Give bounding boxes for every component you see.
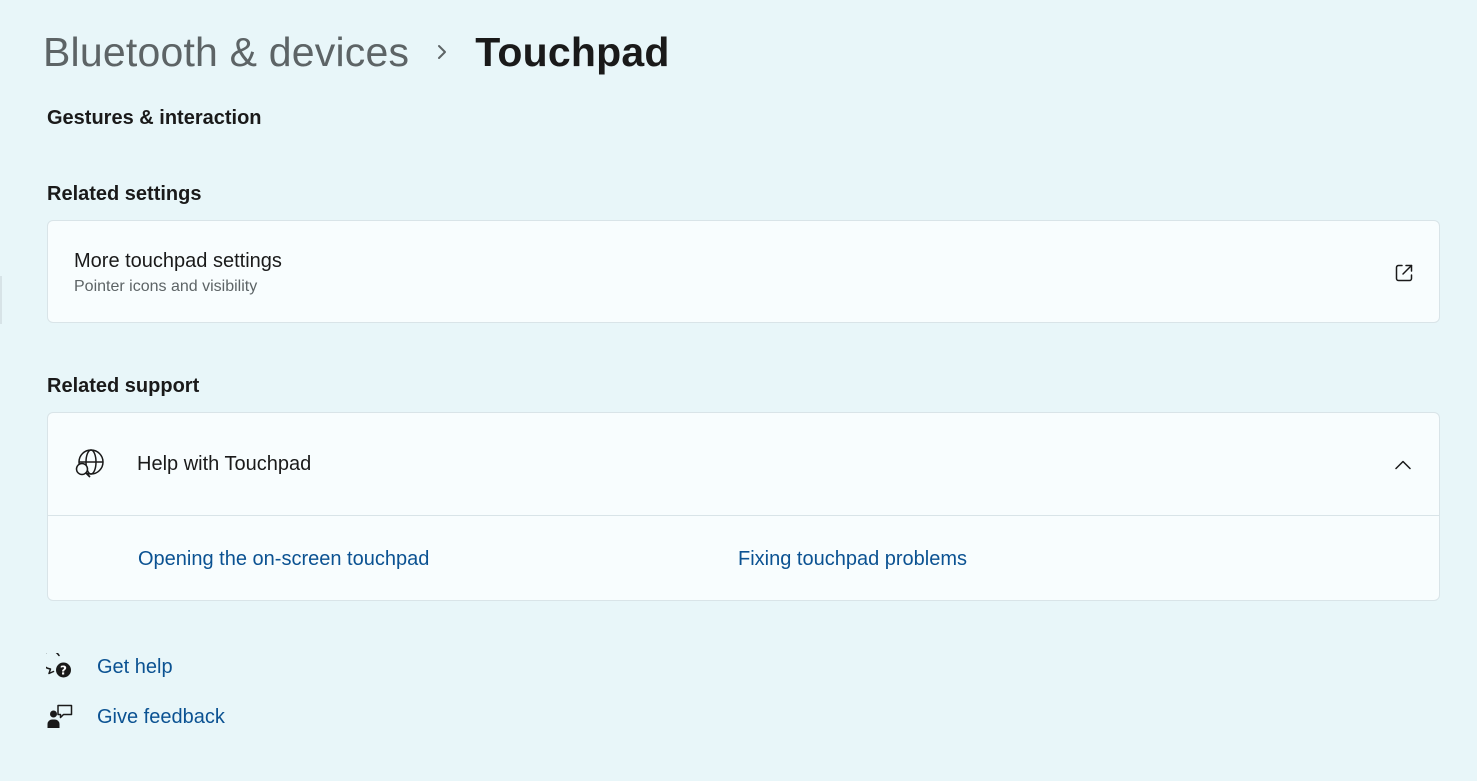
section-title-related-support: Related support <box>47 375 200 397</box>
get-help-label: Get help <box>97 655 173 678</box>
breadcrumb: Bluetooth & devices Touchpad <box>43 24 670 80</box>
get-help-link[interactable]: ? Get help <box>46 651 173 683</box>
support-link-on-screen-touchpad[interactable]: Opening the on-screen touchpad <box>138 548 429 571</box>
external-link-icon <box>1393 262 1415 284</box>
help-with-touchpad-card: Help with Touchpad Opening the on-screen… <box>47 412 1440 601</box>
feedback-icon <box>46 703 74 731</box>
give-feedback-label: Give feedback <box>97 705 225 728</box>
chevron-up-icon[interactable] <box>1393 455 1413 475</box>
help-with-touchpad-title: Help with Touchpad <box>137 453 312 475</box>
more-touchpad-settings-subtitle: Pointer icons and visibility <box>74 278 258 295</box>
chevron-right-icon <box>409 32 475 72</box>
section-title-related-settings: Related settings <box>47 183 202 205</box>
help-with-touchpad-expander[interactable]: Help with Touchpad <box>48 413 1439 516</box>
help-chat-icon: ? <box>46 653 74 681</box>
left-edge-marker <box>0 276 2 324</box>
breadcrumb-parent-link[interactable]: Bluetooth & devices <box>43 29 409 76</box>
more-touchpad-settings-title: More touchpad settings <box>74 250 282 272</box>
support-link-fixing-touchpad-problems[interactable]: Fixing touchpad problems <box>738 548 967 571</box>
globe-search-icon <box>74 448 106 480</box>
svg-text:?: ? <box>60 664 67 678</box>
page-title: Touchpad <box>475 28 670 75</box>
give-feedback-link[interactable]: Give feedback <box>46 701 225 733</box>
more-touchpad-settings-card[interactable]: More touchpad settings Pointer icons and… <box>47 220 1440 323</box>
section-title-gestures: Gestures & interaction <box>47 107 262 129</box>
